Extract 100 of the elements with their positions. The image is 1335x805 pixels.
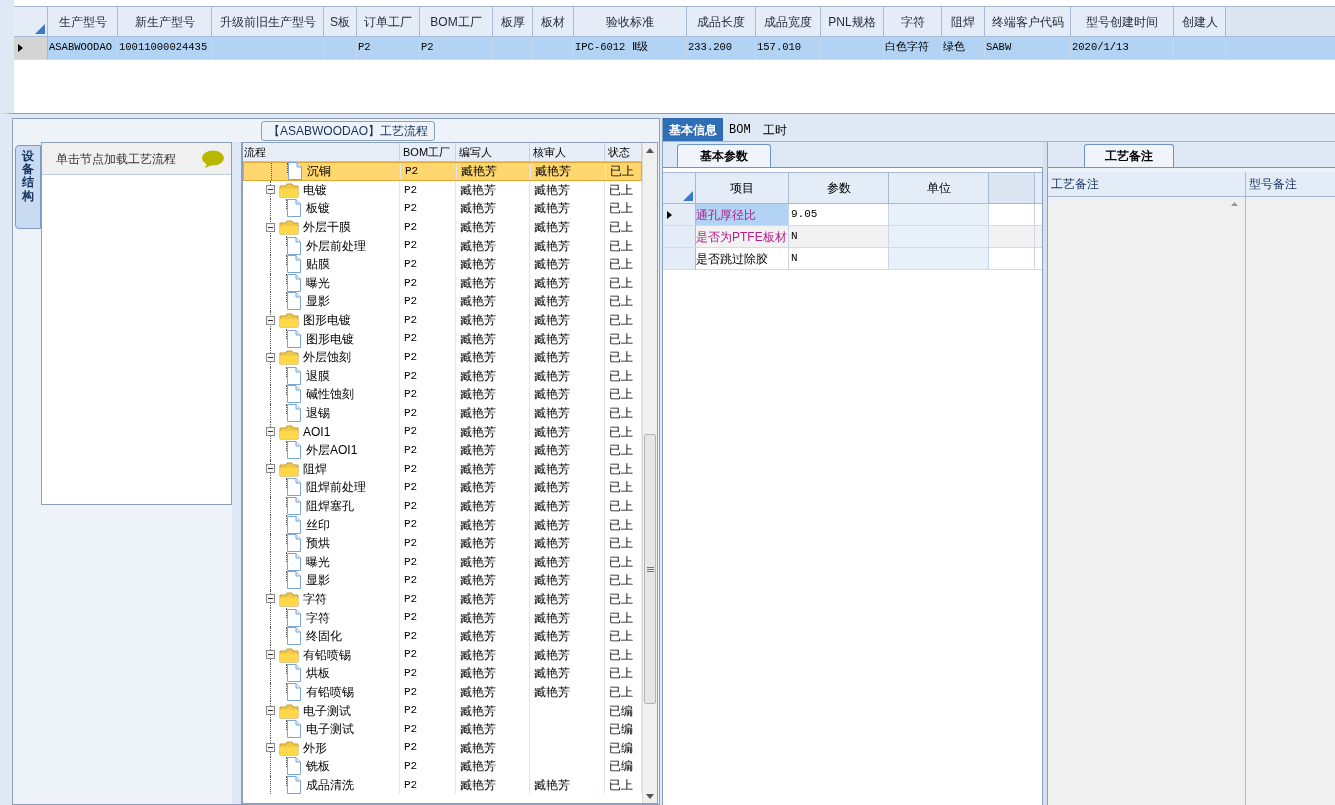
tab[interactable]: 基本信息 [663,118,723,141]
table-cell: 157.010 [756,37,821,59]
document-icon [286,552,302,571]
column-header[interactable]: 型号备注 [1246,172,1335,196]
folder-icon [279,702,299,719]
column-header[interactable]: 流程 [243,143,400,161]
column-header[interactable]: 编写人 [456,143,530,161]
tree-row[interactable]: 铣板 P2 臧艳芳 已编 [243,757,642,776]
table-cell-text: 已编 [609,758,633,776]
tree-row[interactable]: 图形电镀 P2 臧艳芳 臧艳芳 已上 [243,310,642,330]
table-row[interactable]: 是否跳过除胶 N [663,248,1042,270]
tree-row[interactable]: 阻焊 P2 臧艳芳 臧艳芳 已上 [243,459,642,479]
row-header[interactable] [14,37,48,59]
table-cell: P2 [420,37,493,59]
scrollbar-thumb[interactable] [644,434,656,704]
tree-row[interactable]: 阻焊塞孔 P2 臧艳芳 臧艳芳 已上 [243,496,642,516]
table-cell-text: 臧艳芳 [534,181,570,199]
tree-row[interactable]: 沉铜 P2 臧艳芳 臧艳芳 已上 [243,162,642,181]
table-cell: P2 [357,37,420,59]
scrollbar[interactable] [642,143,657,803]
tree-row[interactable]: 外层蚀刻 P2 臧艳芳 臧艳芳 已上 [243,347,642,367]
tree-row[interactable]: 碱性蚀刻 P2 臧艳芳 臧艳芳 已上 [243,385,642,404]
tree-node-label: 字符 [306,609,330,627]
tree-row[interactable]: 终固化 P2 臧艳芳 臧艳芳 已上 [243,626,642,646]
scroll-up-icon [645,147,655,154]
tree-node-label: 退锡 [306,405,330,422]
splitter-bar[interactable] [232,142,242,804]
column-header[interactable]: 阻焊 [942,7,985,36]
tree-row[interactable]: 预烘 P2 臧艳芳 臧艳芳 已上 [243,533,642,553]
column-header[interactable]: 字符 [884,7,942,36]
table-cell: 臧艳芳 [461,163,497,180]
tree-row[interactable]: 电子测试 P2 臧艳芳 已编 [243,719,642,739]
tree-row[interactable]: 外层AOI1 P2 臧艳芳 臧艳芳 已上 [243,440,642,460]
column-header[interactable]: 新生产型号 [118,7,212,36]
table-cell-text: P2 [404,275,418,291]
tree-row[interactable]: 电镀 P2 臧艳芳 臧艳芳 已上 [243,180,642,200]
tree-row[interactable]: 板镀 P2 臧艳芳 臧艳芳 已上 [243,199,642,218]
text-area[interactable] [1246,197,1335,805]
column-header[interactable]: 板厚 [493,7,533,36]
text-area[interactable] [1048,197,1246,805]
table-cell-text: 已上 [609,293,633,311]
table-cell-text: 臧艳芳 [534,609,570,627]
tree-row[interactable]: 丝印 P2 臧艳芳 臧艳芳 已上 [243,515,642,534]
column-header[interactable]: 型号创建时间 [1071,7,1174,36]
table-cell-text: 已上 [609,516,633,534]
tree-row[interactable]: 贴膜 P2 臧艳芳 臧艳芳 已上 [243,254,642,274]
tab[interactable]: BOM [723,118,757,141]
collapse-icon [266,315,275,325]
column-header[interactable]: 成品长度 [687,7,756,36]
table-cell-text: P2 [404,777,418,793]
tree-row[interactable]: 曝光 P2 臧艳芳 臧艳芳 已上 [243,273,642,293]
side-tab[interactable]: 设备结构 [15,145,41,229]
column-header[interactable]: 参数 [789,173,889,203]
column-header[interactable]: BOM工厂 [420,7,493,36]
table-row[interactable]: 通孔厚径比 9.05 [663,204,1042,226]
tree-row[interactable]: 外层干膜 P2 臧艳芳 臧艳芳 已上 [243,217,642,237]
column-header[interactable]: PNL规格 [821,7,884,36]
tree-row[interactable]: AOI1 P2 臧艳芳 臧艳芳 已上 [243,422,642,441]
tab[interactable]: 工时 [756,118,793,141]
tree-row[interactable]: 退锡 P2 臧艳芳 臧艳芳 已上 [243,403,642,423]
row-header[interactable] [663,204,696,225]
tree-row[interactable]: 外形 P2 臧艳芳 已编 [243,738,642,757]
table-cell-text: 臧艳芳 [460,479,496,497]
list-item[interactable]: 单击节点加载工艺流程 [42,143,231,175]
tree-node-label: 外层前处理 [306,237,366,255]
column-header[interactable]: 核审人 [530,143,605,161]
table-cell-text: 已上 [609,683,633,701]
tree-row[interactable]: 显影 P2 臧艳芳 臧艳芳 已上 [243,571,642,590]
tree-row[interactable]: 退膜 P2 臧艳芳 臧艳芳 已上 [243,366,642,386]
table-row[interactable]: ASABWOODAO 10011000024435 P2 P2 IPC-6012 Ⅱ级 233.200 157.010 白色字符 绿色 SABW 2020/1/13 [14,37,1335,60]
tree-row[interactable]: 有铅喷锡 P2 臧艳芳 臧艳芳 已上 [243,645,642,665]
document-icon [286,757,302,776]
panel-tab[interactable]: 基本参数 [677,144,771,167]
tree-row[interactable]: 字符 P2 臧艳芳 臧艳芳 已上 [243,608,642,627]
tree-row[interactable]: 有铅喷锡 P2 臧艳芳 臧艳芳 已上 [243,682,642,702]
tree-row[interactable]: 显影 P2 臧艳芳 臧艳芳 已上 [243,292,642,311]
column-header[interactable]: 订单工厂 [357,7,420,36]
column-header[interactable]: 验收标准 [574,7,687,36]
column-header[interactable]: S板 [324,7,357,36]
table-row[interactable]: 是否为PTFE板材 N [663,226,1042,248]
column-header[interactable]: 升级前旧生产型号 [212,7,324,36]
table-cell-text: 臧艳芳 [460,609,496,627]
column-header[interactable]: 项目 [696,173,789,203]
tree-row[interactable]: 成品清洗 P2 臧艳芳 臧艳芳 已上 [243,775,642,795]
table-cell-text: 臧艳芳 [534,683,570,701]
column-header[interactable]: 生产型号 [48,7,118,36]
column-header[interactable]: BOM工厂 [400,143,456,161]
table-cell-text: 臧艳芳 [534,219,570,237]
column-header[interactable]: 成品宽度 [756,7,821,36]
panel-tab[interactable]: 工艺备注 [1084,144,1174,167]
tree-row[interactable]: 外层前处理 P2 臧艳芳 臧艳芳 已上 [243,236,642,255]
column-header[interactable]: 终端客户代码 [985,7,1071,36]
tree-row[interactable]: 电子测试 P2 臧艳芳 已编 [243,701,642,720]
column-header[interactable]: 工艺备注 [1048,172,1246,196]
tree-row[interactable]: 图形电镀 P2 臧艳芳 臧艳芳 已上 [243,329,642,348]
tree-row[interactable]: 烘板 P2 臧艳芳 臧艳芳 已上 [243,664,642,683]
tree-row[interactable]: 阻焊前处理 P2 臧艳芳 臧艳芳 已上 [243,478,642,497]
tree-row[interactable]: 曝光 P2 臧艳芳 臧艳芳 已上 [243,552,642,572]
tree-row[interactable]: 字符 P2 臧艳芳 臧艳芳 已上 [243,589,642,609]
column-header[interactable]: 板材 [533,7,574,36]
